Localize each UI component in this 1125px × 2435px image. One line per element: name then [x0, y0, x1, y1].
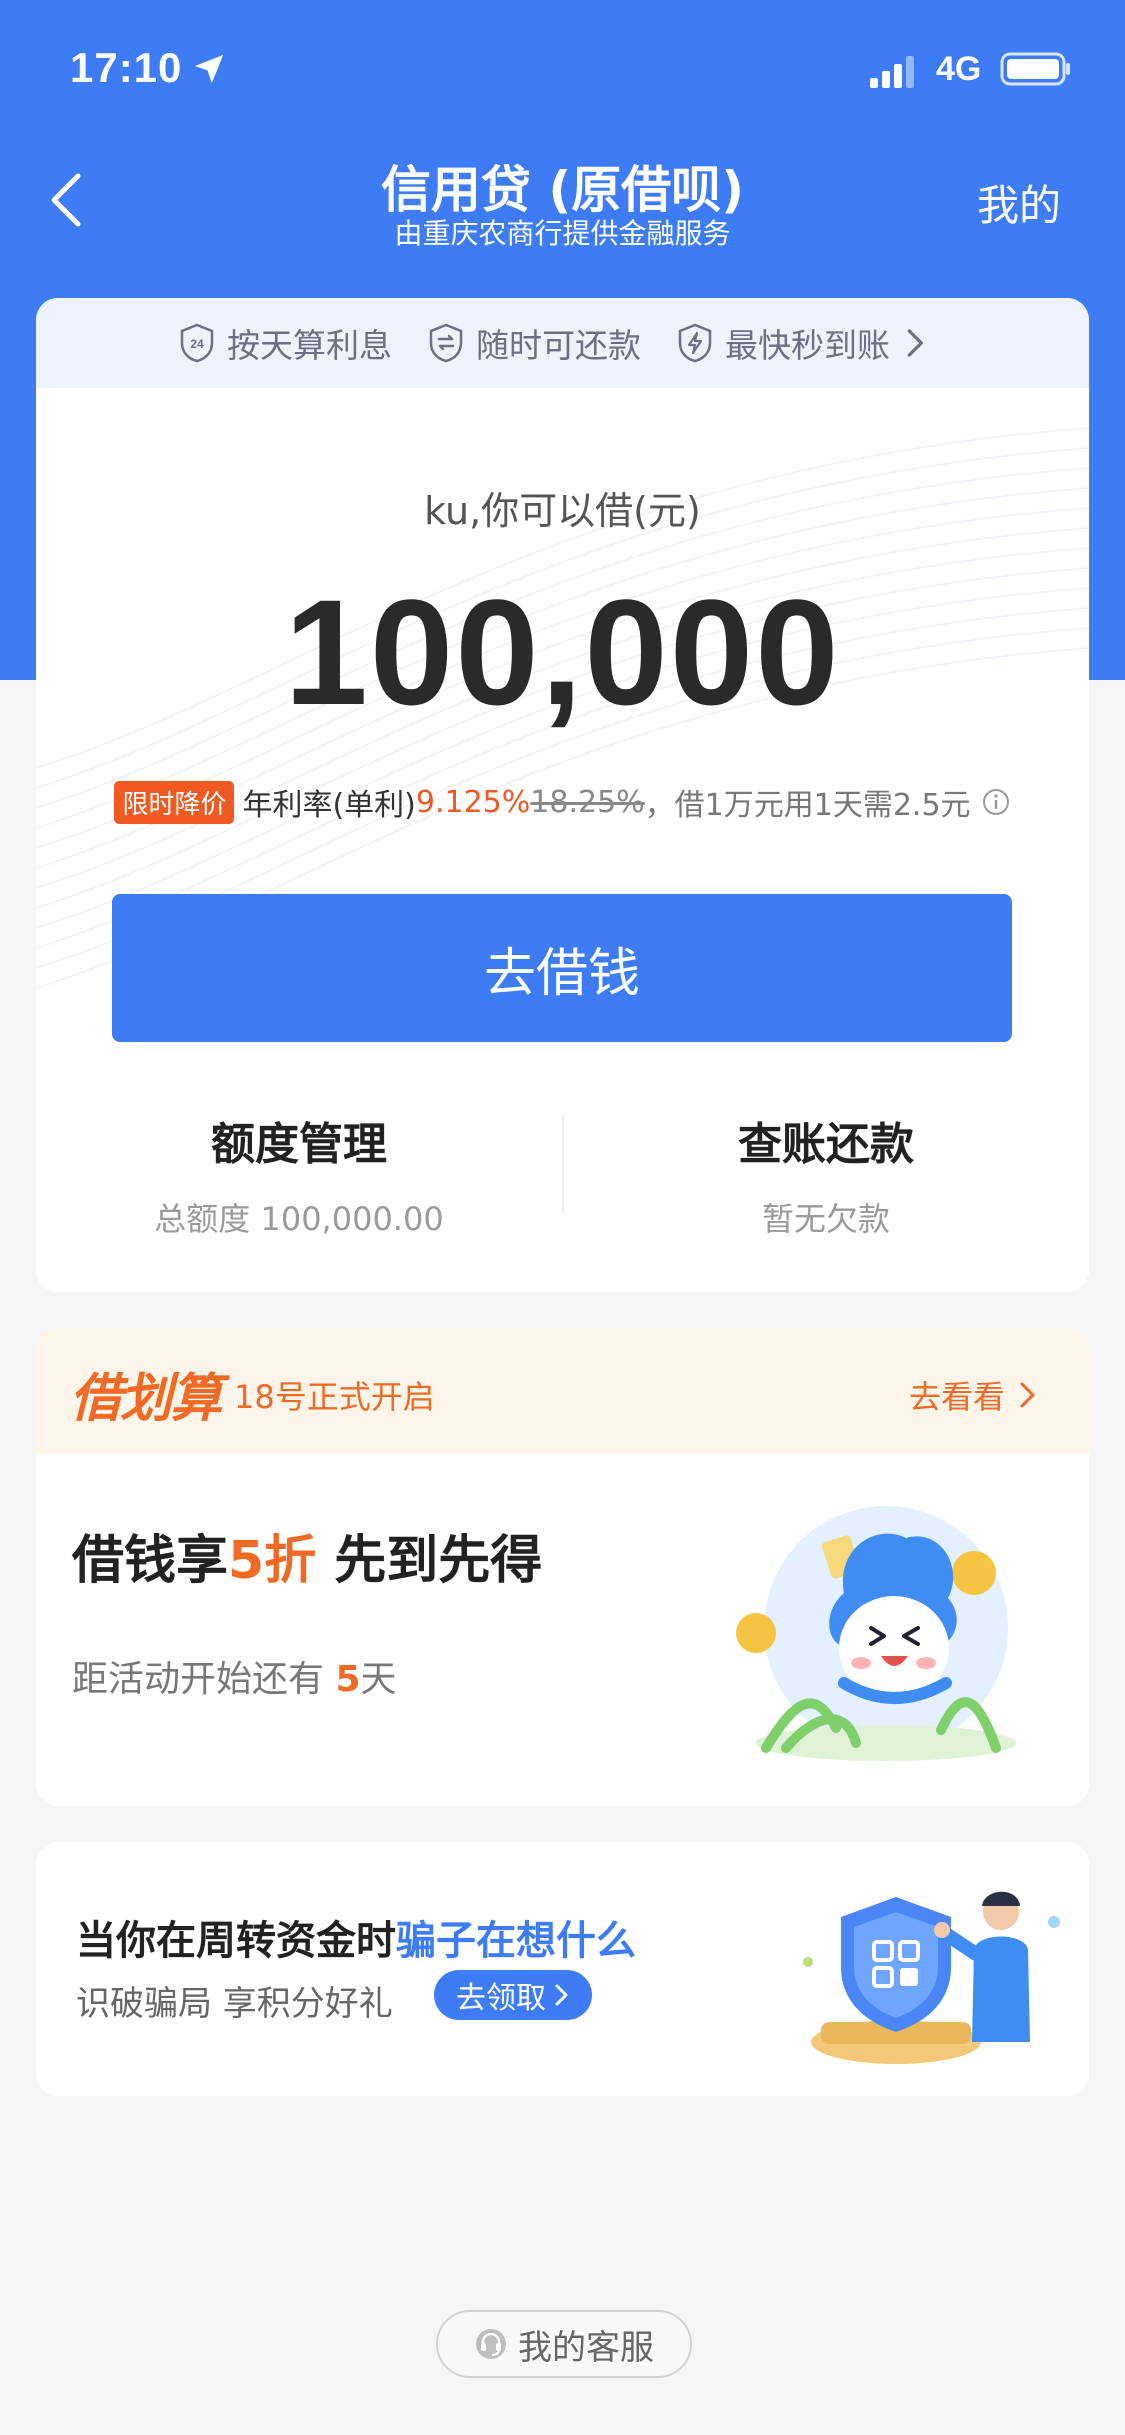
fraud-subtitle: 识破骗局 享积分好礼	[76, 1984, 393, 2024]
promo-link-label: 去看看	[908, 1378, 1005, 1416]
quota-management[interactable]: 额度管理 总额度 100,000.00	[36, 1108, 562, 1240]
status-bar: 17:10 4G	[0, 0, 1125, 140]
location-arrow-icon	[194, 54, 224, 84]
promo-countdown: 距活动开始还有 5天	[72, 1659, 397, 1700]
feature-label: 按天算利息	[227, 326, 392, 365]
rate-line: 限时降价 年利率(单利) 9.125% 18.25% ，借1万元用1天需2.5元	[36, 780, 1089, 824]
repay-title: 查账还款	[738, 1119, 914, 1170]
feature-label: 最快秒到账	[725, 326, 890, 365]
anti-fraud-card[interactable]: 当你在周转资金时骗子在想什么 识破骗局 享积分好礼 去领取	[36, 1842, 1089, 2096]
mascot-illustration	[736, 1506, 1016, 1761]
promo-header: 借划算 18号正式开启 去看看	[36, 1328, 1089, 1454]
svg-text:24: 24	[190, 337, 204, 351]
feature-repay-anytime: 随时可还款	[428, 319, 641, 367]
loan-label: ku,你可以借(元)	[424, 489, 701, 533]
page-subtitle: 由重庆农商行提供金融服务	[394, 217, 731, 250]
promo-date: 18号正式开启	[234, 1378, 435, 1416]
claim-button[interactable]: 去领取	[434, 1970, 592, 2020]
chevron-right-icon	[555, 1984, 568, 2006]
limited-discount-badge: 限时降价	[114, 780, 235, 824]
shield-person-illustration	[803, 1891, 1060, 2064]
rate-example: ，借1万元用1天需2.5元	[644, 788, 971, 823]
customer-service-label: 我的客服	[518, 2327, 654, 2368]
network-type: 4G	[936, 50, 982, 88]
claim-button-label: 去领取	[456, 1981, 546, 2016]
exchange-shield-icon	[429, 323, 463, 363]
signal-icon	[870, 56, 914, 88]
fraud-title: 当你在周转资金时骗子在想什么	[76, 1918, 636, 1964]
battery-icon	[1000, 52, 1070, 86]
promo-logo: 借划算	[70, 1369, 222, 1429]
24h-shield-icon: 24	[180, 323, 214, 363]
loan-amount: 100,000	[284, 568, 841, 736]
promo-card[interactable]: 借划算 18号正式开启 去看看 借钱享5折 先到先得 距活动开始还有 5天	[36, 1328, 1089, 1806]
quota-title: 额度管理	[211, 1119, 387, 1170]
promo-title: 借钱享5折 先到先得	[72, 1531, 543, 1591]
feature-strip[interactable]: 24 按天算利息 随时可还款 最快秒到账	[36, 298, 1089, 388]
chevron-right-icon	[907, 329, 923, 357]
rate-current: 9.125%	[415, 784, 531, 820]
feature-fast-arrival: 最快秒到账	[677, 319, 946, 367]
loan-card: 24 按天算利息 随时可还款 最快秒到账 ku,你可以借(元) 100,000 …	[36, 298, 1089, 1292]
my-button[interactable]: 我的	[977, 172, 1061, 233]
promo-link[interactable]: 去看看	[909, 1372, 1039, 1418]
lightning-shield-icon	[678, 323, 712, 363]
feature-label: 随时可还款	[476, 326, 641, 365]
chevron-right-icon	[1020, 1382, 1035, 1408]
repay-status: 暂无欠款	[761, 1200, 890, 1238]
rate-prefix: 年利率(单利)	[242, 788, 416, 823]
rate-old: 18.25%	[530, 784, 645, 820]
feature-daily-interest: 24 按天算利息	[179, 319, 392, 367]
bill-repayment[interactable]: 查账还款 暂无欠款	[563, 1108, 1089, 1240]
customer-service-button[interactable]: 我的客服	[436, 2310, 692, 2378]
status-time: 17:10	[70, 44, 183, 91]
borrow-button[interactable]: 去借钱	[112, 894, 1012, 1042]
quota-total: 总额度 100,000.00	[154, 1200, 444, 1238]
headset-icon	[476, 2329, 506, 2359]
info-icon[interactable]	[981, 787, 1011, 817]
